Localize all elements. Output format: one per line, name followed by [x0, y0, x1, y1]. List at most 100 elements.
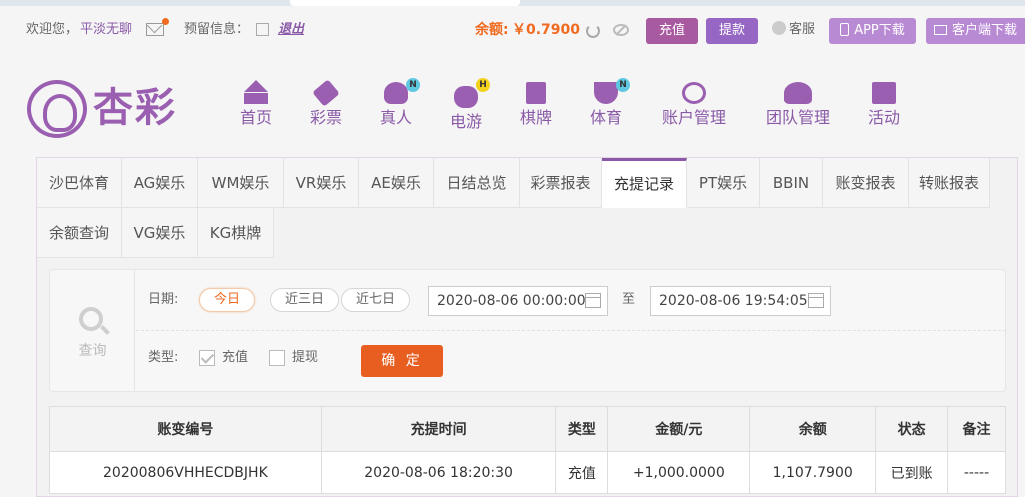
charge-checkbox[interactable]	[199, 350, 215, 366]
column-header: 备注	[947, 406, 1006, 452]
refresh-icon[interactable]	[586, 24, 600, 38]
tab-daily-overview[interactable]: 日结总览	[434, 158, 520, 208]
end-date-value: 2020-08-06 19:54:05	[659, 293, 808, 309]
site-logo[interactable]: 杏彩	[27, 80, 187, 138]
site-header: 杏彩 首页 彩票 N 真人 H 电游 棋牌 N 体育 账户管理 团队管理 活动	[0, 56, 1025, 156]
hot-badge: H	[476, 78, 490, 92]
transaction-amount: +1,000.0000	[607, 451, 751, 494]
range-three-days[interactable]: 近三日	[270, 288, 340, 312]
column-header: 类型	[555, 406, 609, 452]
tab-ag[interactable]: AG娱乐	[122, 158, 198, 208]
nav-item-live[interactable]: N 真人	[378, 78, 420, 128]
type-row: 类型: 充值 提现 确 定	[136, 332, 1006, 390]
column-header: 状态	[875, 406, 949, 452]
tab-pt[interactable]: PT娱乐	[687, 158, 760, 208]
withdraw-checkbox[interactable]	[269, 350, 285, 366]
nav-item-account[interactable]: 账户管理	[659, 82, 729, 128]
tab-charge-records[interactable]: 充提记录	[602, 158, 687, 208]
table-header-row: 账变编号 充提时间 类型 金额/元 余额 状态 备注	[49, 406, 1006, 452]
nav-label: 活动	[867, 108, 900, 127]
monitor-icon	[933, 25, 947, 35]
calendar-icon[interactable]	[808, 293, 824, 308]
nav-label: 账户管理	[661, 108, 726, 127]
nav-item-sports[interactable]: N 体育	[588, 78, 630, 128]
column-header: 余额	[749, 406, 877, 452]
tab-vg[interactable]: VG娱乐	[122, 208, 198, 258]
customer-service-link[interactable]: 客服	[772, 20, 815, 40]
reserved-info-label: 预留信息：	[184, 22, 250, 37]
nav-item-lottery[interactable]: 彩票	[308, 79, 344, 128]
logo-text: 杏彩	[93, 85, 177, 131]
tab-balance-change[interactable]: 账变报表	[823, 158, 909, 208]
nav-label: 首页	[239, 108, 272, 127]
mail-icon[interactable]	[146, 23, 164, 36]
transaction-id: 20200806VHHECDBJHK	[49, 451, 322, 494]
charge-checkbox-label[interactable]: 充值	[222, 348, 248, 368]
tab-ae[interactable]: AE娱乐	[359, 158, 434, 208]
customer-service-label: 客服	[789, 22, 816, 37]
nav-label: 体育	[589, 108, 622, 127]
balance-label: 余额:	[475, 22, 509, 38]
client-download-button[interactable]: 客户端下载	[926, 18, 1025, 44]
new-badge: N	[616, 78, 630, 92]
report-tabs: 沙巴体育 AG娱乐 WM娱乐 VR娱乐 AE娱乐 日结总览 彩票报表 充提记录 …	[37, 158, 1017, 258]
nav-label: 真人	[379, 108, 412, 127]
customer-service-icon	[772, 21, 786, 35]
confirm-button[interactable]: 确 定	[361, 345, 443, 377]
withdraw-checkbox-label[interactable]: 提现	[292, 348, 318, 368]
gamepad-icon: H	[454, 78, 490, 108]
logout-link[interactable]: 退出	[278, 21, 304, 39]
app-download-label: APP下载	[854, 23, 905, 38]
tab-balance-query[interactable]: 余额查询	[37, 208, 122, 258]
nav-item-activity[interactable]: 活动	[866, 82, 902, 128]
team-icon	[784, 82, 812, 104]
balance-value: ￥0.7900	[512, 22, 581, 38]
tab-lottery-report[interactable]: 彩票报表	[520, 158, 602, 208]
query-side-button[interactable]: 查询	[50, 270, 135, 391]
nav-label: 彩票	[309, 108, 342, 127]
transaction-note: -----	[947, 451, 1006, 494]
end-date-input[interactable]: 2020-08-06 19:54:05	[650, 286, 831, 316]
hide-balance-icon[interactable]	[613, 24, 629, 36]
charge-button[interactable]: 充值	[646, 18, 698, 44]
yen-coin-icon	[682, 82, 706, 104]
tab-wm[interactable]: WM娱乐	[198, 158, 284, 208]
nav-item-team[interactable]: 团队管理	[763, 82, 833, 128]
withdraw-button[interactable]: 提款	[706, 18, 758, 44]
tab-kg-chess[interactable]: KG棋牌	[198, 208, 274, 258]
username[interactable]: 平淡无聊	[80, 21, 132, 39]
app-download-button[interactable]: APP下载	[829, 18, 916, 44]
top-bar: 欢迎您， 平淡无聊 预留信息： 退出 余额: ￥0.7900 充值 提款 客服 …	[0, 6, 1025, 56]
start-date-input[interactable]: 2020-08-06 00:00:00	[428, 286, 608, 316]
type-label: 类型:	[148, 350, 179, 365]
nav-label: 电游	[449, 112, 482, 131]
logo-emblem-icon	[27, 80, 87, 138]
nav-item-home[interactable]: 首页	[238, 80, 274, 128]
calendar-icon[interactable]	[585, 293, 601, 308]
date-label: 日期:	[148, 292, 179, 307]
records-table: 账变编号 充提时间 类型 金额/元 余额 状态 备注 20200806VHHEC…	[49, 406, 1006, 494]
client-download-label: 客户端下载	[951, 23, 1017, 38]
tab-saba-sports[interactable]: 沙巴体育	[37, 158, 122, 208]
report-panel: 沙巴体育 AG娱乐 WM娱乐 VR娱乐 AE娱乐 日结总览 彩票报表 充提记录 …	[36, 157, 1018, 497]
trophy-icon: N	[594, 78, 630, 104]
nav-item-chess[interactable]: 棋牌	[518, 82, 554, 128]
search-icon	[79, 307, 103, 331]
cards-icon	[526, 82, 546, 104]
range-seven-days[interactable]: 近七日	[341, 288, 411, 312]
column-header: 金额/元	[607, 406, 751, 452]
query-label: 查询	[78, 343, 107, 359]
tab-bbin[interactable]: BBIN	[760, 158, 823, 208]
transaction-type: 充值	[555, 451, 609, 494]
live-dealer-icon: N	[384, 78, 420, 104]
transaction-balance: 1,107.7900	[749, 451, 877, 494]
tab-transfer-report[interactable]: 转账报表	[909, 158, 990, 208]
column-header: 账变编号	[49, 406, 322, 452]
to-label: 至	[622, 292, 636, 307]
edit-icon[interactable]	[256, 23, 269, 36]
nav-item-egame[interactable]: H 电游	[448, 78, 490, 132]
tab-vr[interactable]: VR娱乐	[284, 158, 359, 208]
unread-dot-icon	[162, 18, 169, 25]
range-today[interactable]: 今日	[199, 288, 256, 312]
nav-label: 棋牌	[519, 108, 552, 127]
